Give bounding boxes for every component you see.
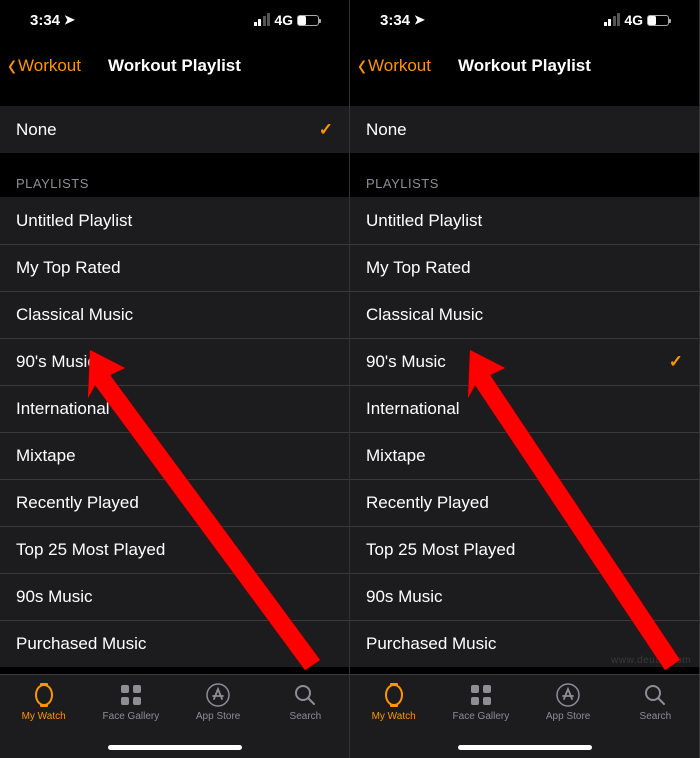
tab-label: App Store (196, 711, 240, 722)
screenshot-right: 3:34 ➤ 4G ‹ Workout Workout Playlist Non… (350, 0, 700, 758)
playlist-row[interactable]: International (0, 385, 349, 432)
playlist-row[interactable]: 90's Music (0, 338, 349, 385)
none-row[interactable]: None ✓ (0, 106, 349, 153)
nav-bar: ‹ Workout Workout Playlist (0, 44, 349, 88)
section-header: PLAYLISTS (0, 153, 349, 197)
search-icon (641, 681, 669, 709)
home-indicator[interactable] (458, 745, 592, 750)
app-store-icon (204, 681, 232, 709)
tab-label: Search (640, 711, 672, 722)
tab-label: App Store (546, 711, 590, 722)
tab-label: My Watch (22, 711, 66, 722)
playlist-row[interactable]: Untitled Playlist (350, 197, 699, 244)
status-left: 3:34 ➤ (30, 12, 75, 29)
location-icon: ➤ (64, 12, 75, 28)
playlist-list: None PLAYLISTS Untitled Playlist My Top … (350, 88, 699, 674)
playlist-row[interactable]: 90s Music (350, 573, 699, 620)
playlist-row[interactable]: Top 25 Most Played (0, 526, 349, 573)
chevron-left-icon: ‹ (8, 46, 16, 85)
playlist-row[interactable]: 90s Music (0, 573, 349, 620)
status-time: 3:34 (30, 12, 60, 29)
none-label: None (366, 120, 407, 140)
tab-bar: My Watch Face Gallery App Store Search (0, 674, 349, 758)
location-icon: ➤ (414, 12, 425, 28)
section-header: PLAYLISTS (350, 153, 699, 197)
watch-icon (30, 681, 58, 709)
status-right: 4G (254, 12, 319, 28)
tab-app-store[interactable]: App Store (531, 681, 606, 722)
playlist-row[interactable]: Purchased Music (0, 620, 349, 667)
face-gallery-icon (117, 681, 145, 709)
status-bar: 3:34 ➤ 4G (0, 0, 349, 44)
tab-my-watch[interactable]: My Watch (6, 681, 81, 722)
signal-icon (604, 15, 621, 26)
home-indicator[interactable] (108, 745, 242, 750)
tab-bar: My Watch Face Gallery App Store Search (350, 674, 699, 758)
playlist-row[interactable]: My Top Rated (0, 244, 349, 291)
network-label: 4G (274, 12, 293, 28)
tab-label: Search (290, 711, 322, 722)
back-button[interactable]: ‹ Workout (358, 52, 431, 80)
playlist-row[interactable]: Recently Played (0, 479, 349, 526)
tab-face-gallery[interactable]: Face Gallery (443, 681, 518, 722)
playlist-list: None ✓ PLAYLISTS Untitled Playlist My To… (0, 88, 349, 674)
battery-icon (297, 15, 319, 26)
status-time: 3:34 (380, 12, 410, 29)
playlist-row[interactable]: My Top Rated (350, 244, 699, 291)
watermark: www.deuaq.com (611, 655, 691, 666)
check-icon: ✓ (669, 352, 683, 372)
back-button[interactable]: ‹ Workout (8, 52, 81, 80)
tab-app-store[interactable]: App Store (181, 681, 256, 722)
network-label: 4G (624, 12, 643, 28)
none-label: None (16, 120, 57, 140)
signal-icon (254, 15, 271, 26)
back-label: Workout (18, 56, 81, 76)
status-bar: 3:34 ➤ 4G (350, 0, 699, 44)
screenshot-left: 3:34 ➤ 4G ‹ Workout Workout Playlist Non… (0, 0, 350, 758)
playlist-row[interactable]: Top 25 Most Played (350, 526, 699, 573)
status-right: 4G (604, 12, 669, 28)
tab-label: My Watch (372, 711, 416, 722)
playlist-row[interactable]: Recently Played (350, 479, 699, 526)
check-icon: ✓ (319, 120, 333, 140)
none-row[interactable]: None (350, 106, 699, 153)
search-icon (291, 681, 319, 709)
tab-my-watch[interactable]: My Watch (356, 681, 431, 722)
chevron-left-icon: ‹ (358, 46, 366, 85)
nav-bar: ‹ Workout Workout Playlist (350, 44, 699, 88)
tab-search[interactable]: Search (618, 681, 693, 722)
face-gallery-icon (467, 681, 495, 709)
playlist-row[interactable]: Classical Music (350, 291, 699, 338)
playlist-row[interactable]: International (350, 385, 699, 432)
back-label: Workout (368, 56, 431, 76)
playlist-row[interactable]: Mixtape (350, 432, 699, 479)
playlist-row[interactable]: Untitled Playlist (0, 197, 349, 244)
playlist-row[interactable]: 90's Music ✓ (350, 338, 699, 385)
tab-label: Face Gallery (103, 711, 160, 722)
tab-face-gallery[interactable]: Face Gallery (93, 681, 168, 722)
playlist-row[interactable]: Classical Music (0, 291, 349, 338)
watch-icon (380, 681, 408, 709)
app-store-icon (554, 681, 582, 709)
tab-label: Face Gallery (453, 711, 510, 722)
playlist-row[interactable]: Mixtape (0, 432, 349, 479)
tab-search[interactable]: Search (268, 681, 343, 722)
status-left: 3:34 ➤ (380, 12, 425, 29)
battery-icon (647, 15, 669, 26)
